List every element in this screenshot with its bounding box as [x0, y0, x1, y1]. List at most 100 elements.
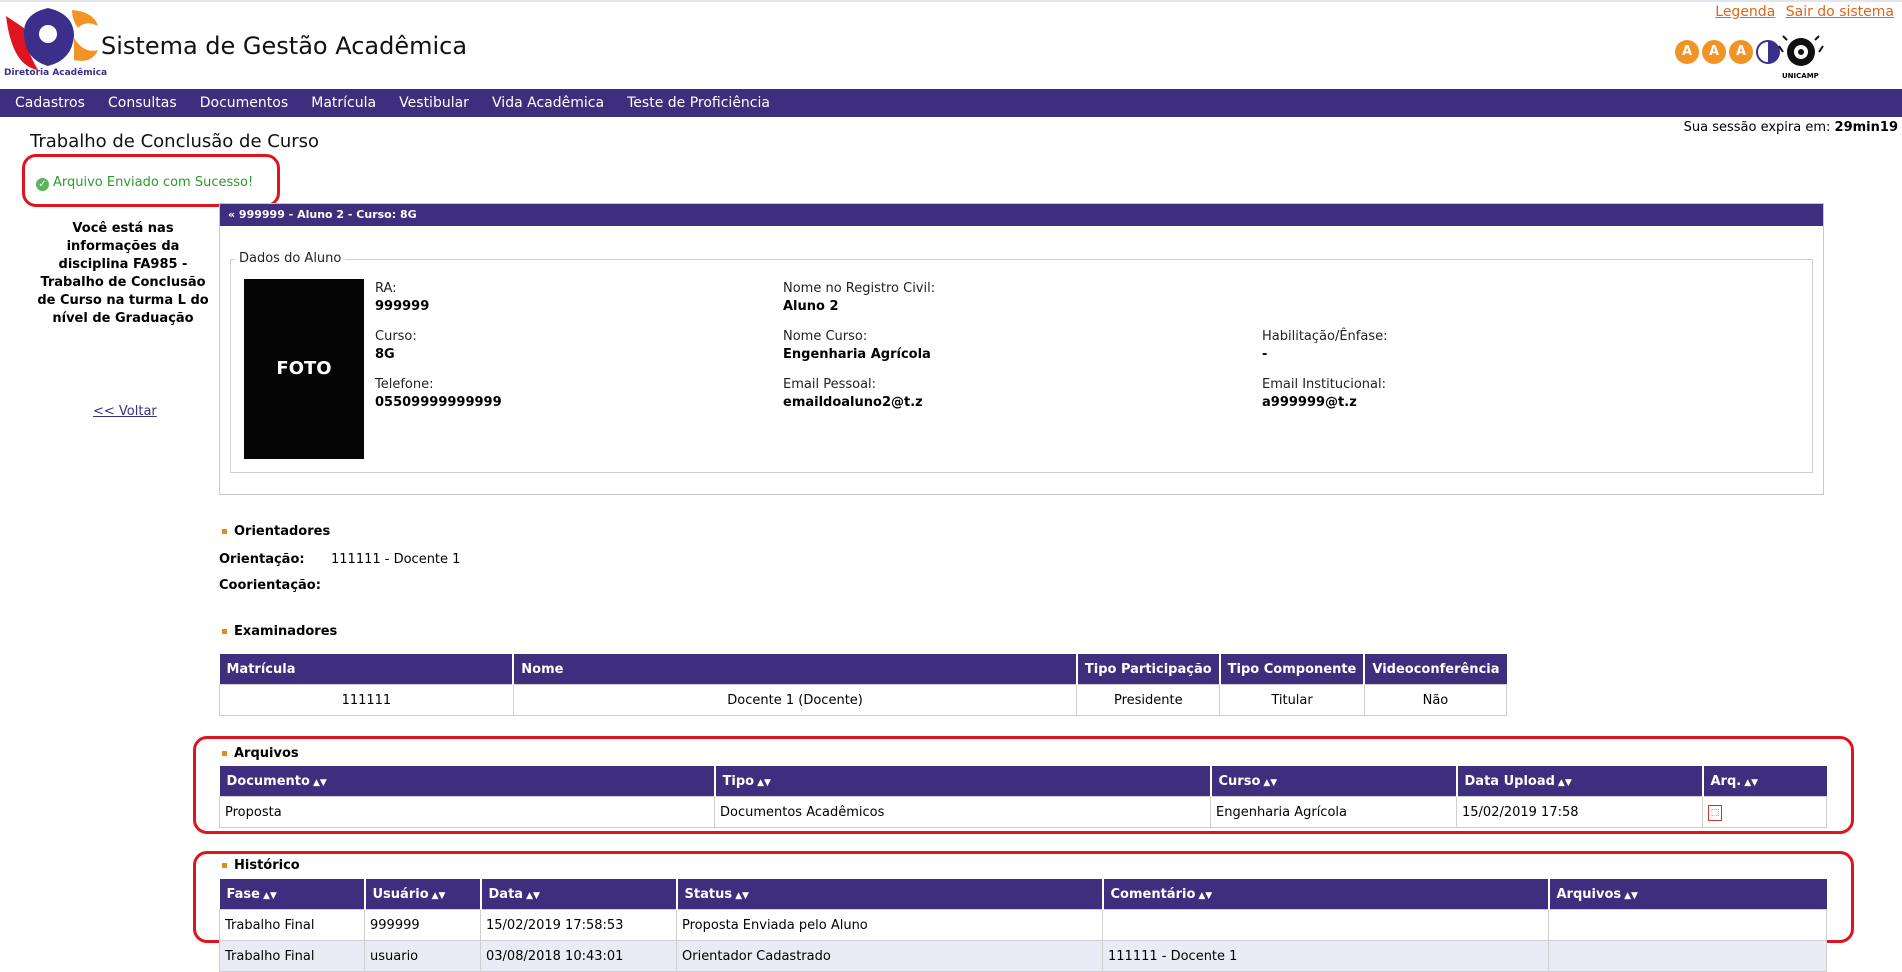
- cell-status: Proposta Enviada pelo Aluno: [676, 909, 1103, 941]
- col-fase-label: Fase: [226, 886, 260, 902]
- table-row: 111111 Docente 1 (Docente) Presidente Ti…: [219, 684, 1508, 716]
- field-email: Email Pessoal: emaildoaluno2@t.z: [783, 377, 923, 410]
- nome-label: Nome no Registro Civil:: [783, 281, 936, 296]
- col-tipo[interactable]: Tipo ▲▼: [714, 766, 1212, 797]
- cell-arquivos: [1548, 940, 1827, 972]
- table-row: Trabalho Final 999999 15/02/2019 17:58:5…: [219, 909, 1827, 941]
- session-timer: Sua sessão expira em: 29min19: [1684, 120, 1898, 135]
- ra-label: RA:: [375, 281, 397, 296]
- table-header-row: Documento ▲▼ Tipo ▲▼ Curso ▲▼ Data Upload ▲▼…: [219, 766, 1827, 797]
- sort-arrows-icon[interactable]: ▲▼: [735, 891, 749, 901]
- student-panel: « 999999 - Aluno 2 - Curso: 8G Dados do …: [219, 203, 1824, 495]
- sort-arrows-icon[interactable]: ▲▼: [757, 778, 771, 788]
- cell-arquivos: [1548, 909, 1827, 941]
- col-tipo-participacao: Tipo Participação: [1076, 654, 1221, 685]
- orange-square-bullet-icon: [222, 529, 227, 534]
- coorientacao-label: Coorientação:: [219, 578, 321, 593]
- col-data-label: Data: [488, 886, 524, 902]
- col-documento-label: Documento: [226, 773, 310, 789]
- col-arq[interactable]: Arq. ▲▼: [1702, 766, 1827, 797]
- col-fase[interactable]: Fase ▲▼: [219, 879, 366, 910]
- nav-documentos[interactable]: Documentos: [200, 89, 288, 117]
- check-circle-icon: ✓: [36, 178, 49, 191]
- student-panel-header[interactable]: « 999999 - Aluno 2 - Curso: 8G: [220, 204, 1823, 226]
- success-text: Arquivo Enviado com Sucesso!: [53, 175, 254, 190]
- sort-arrows-icon[interactable]: ▲▼: [1624, 891, 1638, 901]
- col-tipo-label: Tipo: [722, 773, 755, 789]
- sort-arrows-icon[interactable]: ▲▼: [1198, 891, 1212, 901]
- examinadores-title: Examinadores: [234, 624, 338, 639]
- orientacao-value: 111111 - Docente 1: [331, 552, 461, 567]
- sort-arrows-icon[interactable]: ▲▼: [263, 891, 277, 901]
- aaa-badge-1: A: [1675, 40, 1699, 64]
- col-data[interactable]: Data ▲▼: [480, 879, 678, 910]
- orange-square-bullet-icon: [222, 863, 227, 868]
- sort-arrows-icon[interactable]: ▲▼: [432, 891, 446, 901]
- col-status[interactable]: Status ▲▼: [676, 879, 1104, 910]
- col-arq-label: Arq.: [1710, 773, 1742, 789]
- field-nome: Nome no Registro Civil: Aluno 2: [783, 281, 935, 314]
- table-header-row: Matrícula Nome Tipo Participação Tipo Co…: [219, 654, 1507, 685]
- col-data-upload-label: Data Upload: [1464, 773, 1555, 789]
- col-comentario[interactable]: Comentário ▲▼: [1102, 879, 1550, 910]
- session-time: 29min19: [1834, 120, 1898, 135]
- nav-cadastros[interactable]: Cadastros: [15, 89, 85, 117]
- col-usuario[interactable]: Usuário ▲▼: [364, 879, 482, 910]
- col-status-label: Status: [684, 886, 733, 902]
- back-link[interactable]: << Voltar: [93, 404, 157, 419]
- cell-documento: Proposta: [219, 796, 715, 828]
- cell-fase: Trabalho Final: [219, 940, 365, 972]
- cell-data: 15/02/2019 17:58:53: [480, 909, 677, 941]
- nav-consultas[interactable]: Consultas: [108, 89, 177, 117]
- nav-vestibular[interactable]: Vestibular: [399, 89, 469, 117]
- cell-tipo: Documentos Acadêmicos: [714, 796, 1211, 828]
- telefone-label: Telefone:: [375, 377, 434, 392]
- cell-videoconferencia: Não: [1363, 684, 1508, 716]
- field-email-institucional: Email Institucional: a999999@t.z: [1262, 377, 1386, 410]
- table-row: Proposta Documentos Acadêmicos Engenhari…: [219, 796, 1827, 828]
- curso-value: 8G: [375, 347, 395, 362]
- aaa-badges: AAA: [1675, 40, 1780, 70]
- cell-data-upload: 15/02/2019 17:58: [1456, 796, 1703, 828]
- nav-vida-academica[interactable]: Vida Acadêmica: [492, 89, 604, 117]
- page-title: Trabalho de Conclusão de Curso: [30, 131, 320, 152]
- sair-link[interactable]: Sair do sistema: [1786, 4, 1894, 20]
- cell-status: Orientador Cadastrado: [676, 940, 1103, 972]
- nav-teste-proficiencia[interactable]: Teste de Proficiência: [627, 89, 770, 117]
- telefone-value: 05509999999999: [375, 395, 502, 410]
- sort-arrows-icon[interactable]: ▲▼: [1558, 778, 1572, 788]
- sort-arrows-icon[interactable]: ▲▼: [1263, 778, 1277, 788]
- orange-square-bullet-icon: [222, 629, 227, 634]
- col-videoconferencia: Videoconferência: [1364, 654, 1507, 685]
- cell-tipo-participacao: Presidente: [1076, 684, 1221, 716]
- email-institucional-label: Email Institucional:: [1262, 377, 1387, 392]
- nav-matricula[interactable]: Matrícula: [311, 89, 376, 117]
- col-curso[interactable]: Curso ▲▼: [1210, 766, 1458, 797]
- success-message: ✓ Arquivo Enviado com Sucesso!: [36, 175, 253, 191]
- section-arquivos: Arquivos: [222, 746, 299, 761]
- col-arquivos[interactable]: Arquivos ▲▼: [1548, 879, 1827, 910]
- orange-square-bullet-icon: [222, 751, 227, 756]
- col-arquivos-label: Arquivos: [1556, 886, 1622, 902]
- col-data-upload[interactable]: Data Upload ▲▼: [1456, 766, 1704, 797]
- arquivos-title: Arquivos: [234, 746, 299, 761]
- habilitacao-value: -: [1262, 347, 1268, 362]
- legenda-link[interactable]: Legenda: [1715, 4, 1775, 20]
- cell-nome: Docente 1 (Docente): [512, 684, 1078, 716]
- header: Diretoria Acadêmica Sistema de Gestão Ac…: [0, 0, 1902, 89]
- aaa-badge-3: A: [1729, 40, 1753, 64]
- orientacao-label: Orientação:: [219, 552, 305, 567]
- main-nav: Cadastros Consultas Documentos Matrícula…: [0, 89, 1902, 117]
- col-curso-label: Curso: [1218, 773, 1261, 789]
- cell-usuario: 999999: [364, 909, 481, 941]
- sort-arrows-icon[interactable]: ▲▼: [1744, 778, 1758, 788]
- col-documento[interactable]: Documento ▲▼: [219, 766, 716, 797]
- cell-matricula: 111111: [219, 684, 514, 716]
- pdf-file-icon[interactable]: ⬚: [1708, 804, 1722, 821]
- sort-arrows-icon[interactable]: ▲▼: [313, 778, 327, 788]
- cell-comentario: 111111 - Docente 1: [1102, 940, 1549, 972]
- sort-arrows-icon[interactable]: ▲▼: [526, 891, 540, 901]
- student-fieldset: [230, 259, 1813, 473]
- email-institucional-value: a999999@t.z: [1262, 395, 1357, 410]
- nome-curso-value: Engenharia Agrícola: [783, 347, 931, 362]
